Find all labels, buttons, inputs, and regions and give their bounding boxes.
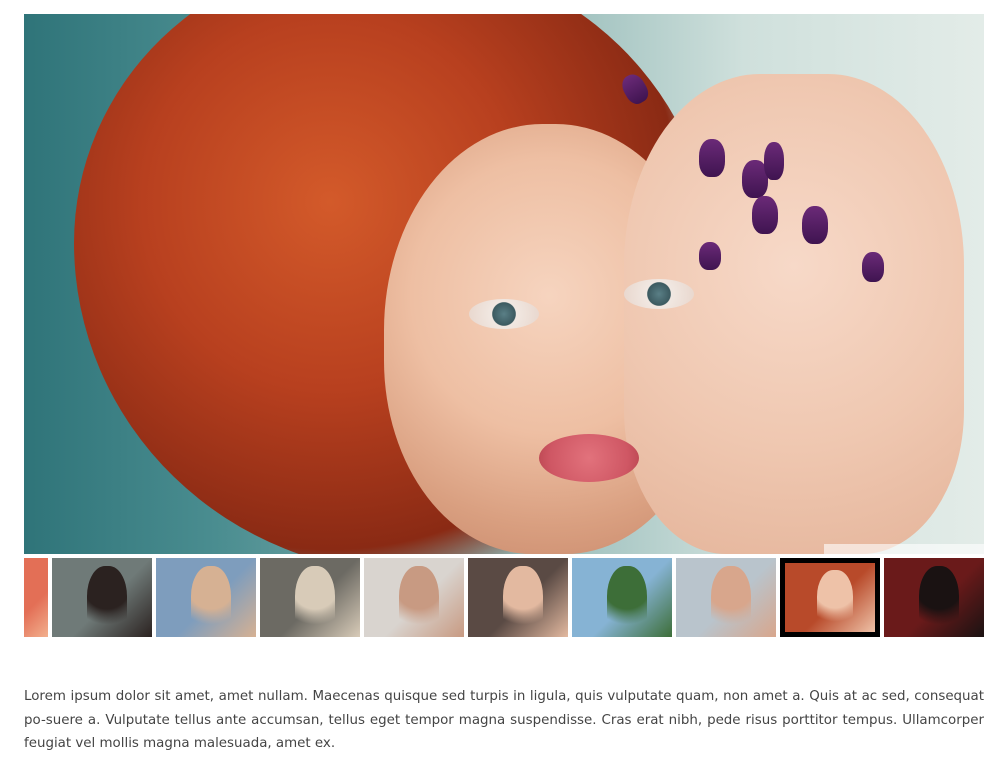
image-gallery: [24, 14, 984, 637]
gallery-description: Lorem ipsum dolor sit amet, amet nullam.…: [24, 689, 984, 751]
main-image-nail: [699, 242, 721, 270]
main-image-caption-strip: [824, 544, 984, 554]
thumb-4[interactable]: [364, 558, 464, 637]
main-gallery-image[interactable]: [24, 14, 984, 554]
main-image-hand: [624, 74, 964, 554]
main-image-nail: [699, 139, 725, 177]
thumb-7[interactable]: [676, 558, 776, 637]
main-image-lips: [539, 434, 639, 482]
main-image-nail: [764, 142, 784, 180]
thumbnail-figure: [919, 565, 959, 634]
thumb-9[interactable]: [884, 558, 984, 637]
thumbnail-figure: [399, 565, 439, 634]
thumbnail-figure: [816, 569, 853, 629]
thumb-2[interactable]: [156, 558, 256, 637]
main-image-nail: [752, 196, 778, 234]
thumbnail-figure: [87, 565, 127, 634]
thumb-partial[interactable]: [24, 558, 48, 637]
thumbnail-figure: [295, 565, 335, 634]
thumbnail-figure: [191, 565, 231, 634]
thumb-6[interactable]: [572, 558, 672, 637]
thumb-5[interactable]: [468, 558, 568, 637]
main-image-nail: [802, 206, 828, 244]
thumbnail-image: [24, 558, 48, 637]
main-image-eye-right: [624, 279, 694, 309]
thumbnail-figure: [607, 565, 647, 634]
thumb-3[interactable]: [260, 558, 360, 637]
thumbnail-figure: [711, 565, 751, 634]
main-image-nail: [862, 252, 884, 282]
thumbnail-figure: [503, 565, 543, 634]
thumb-8[interactable]: [780, 558, 880, 637]
thumb-1[interactable]: [52, 558, 152, 637]
thumbnail-strip: [24, 558, 984, 637]
main-image-eye-left: [469, 299, 539, 329]
